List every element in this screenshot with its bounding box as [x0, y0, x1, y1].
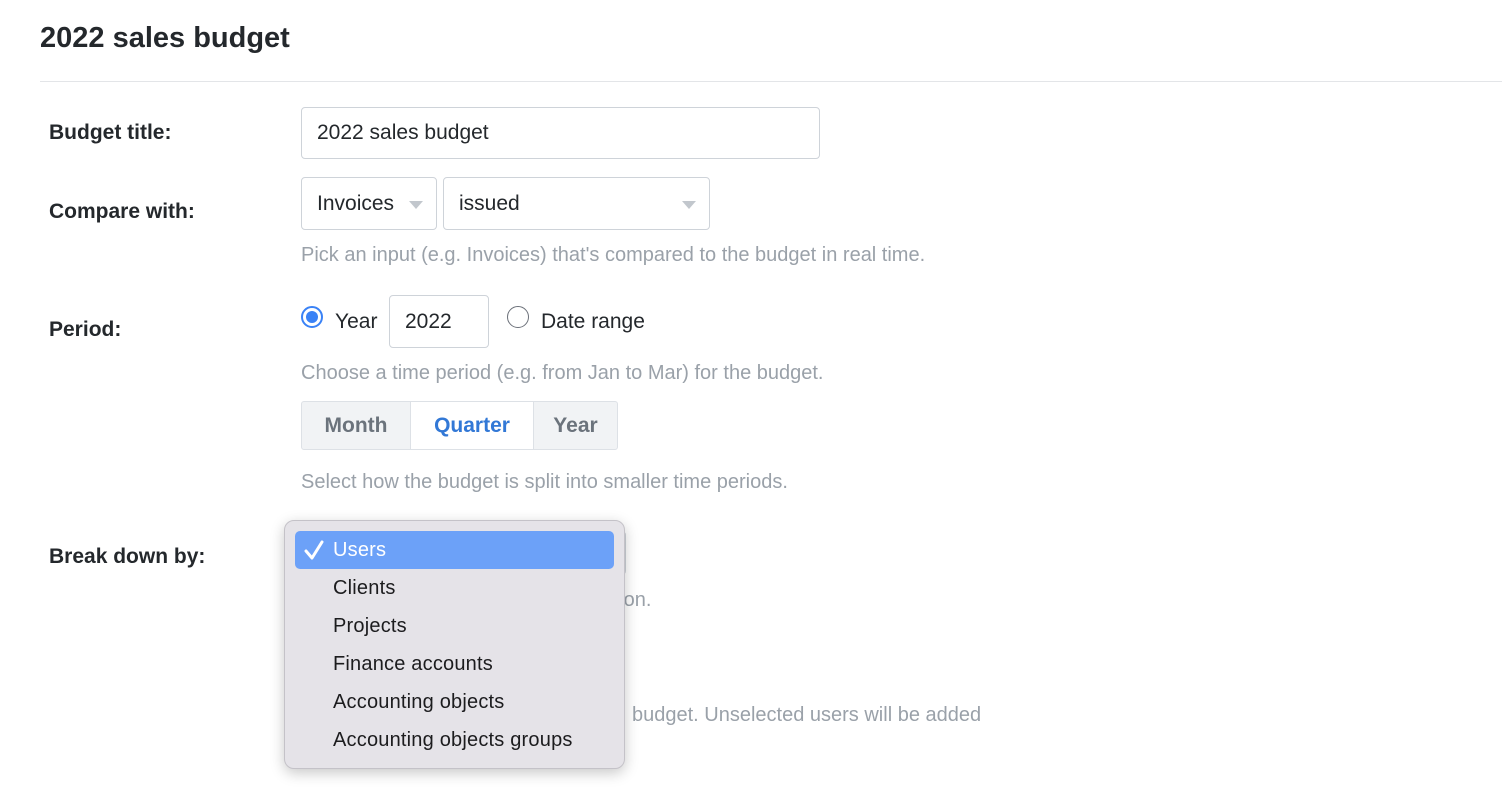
split-quarter-button[interactable]: Quarter: [411, 402, 534, 449]
split-year-button[interactable]: Year: [534, 402, 617, 449]
dropdown-option-label: Clients: [333, 576, 396, 599]
dropdown-option-users[interactable]: Users: [295, 531, 614, 569]
dropdown-option-clients[interactable]: Clients: [295, 569, 614, 607]
compare-with-label: Compare with:: [49, 200, 195, 223]
compare-source-value: Invoices: [317, 191, 395, 215]
year-radio-label: Year: [335, 310, 378, 333]
date-range-radio-label: Date range: [541, 310, 645, 333]
dropdown-option-label: Users: [333, 538, 387, 561]
page-title: 2022 sales budget: [40, 22, 290, 54]
year-radio[interactable]: [301, 306, 323, 328]
period-hint: Choose a time period (e.g. from Jan to M…: [301, 362, 824, 384]
header-divider: [40, 81, 1502, 82]
period-label: Period:: [49, 318, 122, 341]
date-range-radio[interactable]: [507, 306, 529, 328]
dropdown-option-label: Accounting objects: [333, 690, 505, 713]
compare-status-select[interactable]: issued: [443, 177, 710, 230]
dropdown-option-accounting-objects-groups[interactable]: Accounting objects groups: [295, 721, 614, 759]
dropdown-option-label: Projects: [333, 614, 407, 637]
users-hint: budget. Unselected users will be added: [632, 704, 982, 726]
split-month-button[interactable]: Month: [302, 402, 411, 449]
break-down-dropdown-menu: Users Clients Projects Finance accounts …: [284, 520, 625, 769]
chevron-down-icon: [409, 200, 423, 209]
split-hint: Select how the budget is split into smal…: [301, 471, 788, 493]
budget-edit-page: 2022 sales budget Budget title: 2022 sal…: [0, 0, 1502, 796]
dropdown-option-label: Finance accounts: [333, 652, 493, 675]
dropdown-option-label: Accounting objects groups: [333, 728, 573, 751]
compare-status-value: issued: [459, 191, 520, 215]
dropdown-option-finance-accounts[interactable]: Finance accounts: [295, 645, 614, 683]
budget-title-label: Budget title:: [49, 121, 172, 144]
dropdown-option-projects[interactable]: Projects: [295, 607, 614, 645]
compare-source-select[interactable]: Invoices: [301, 177, 437, 230]
budget-title-input[interactable]: 2022 sales budget: [301, 107, 820, 159]
chevron-down-icon: [682, 200, 696, 209]
compare-with-hint: Pick an input (e.g. Invoices) that's com…: [301, 244, 926, 266]
year-input[interactable]: 2022: [389, 295, 489, 348]
split-segmented-control: Month Quarter Year: [301, 401, 618, 450]
break-down-label: Break down by:: [49, 545, 206, 568]
checkmark-icon: [304, 540, 324, 560]
dropdown-option-accounting-objects[interactable]: Accounting objects: [295, 683, 614, 721]
